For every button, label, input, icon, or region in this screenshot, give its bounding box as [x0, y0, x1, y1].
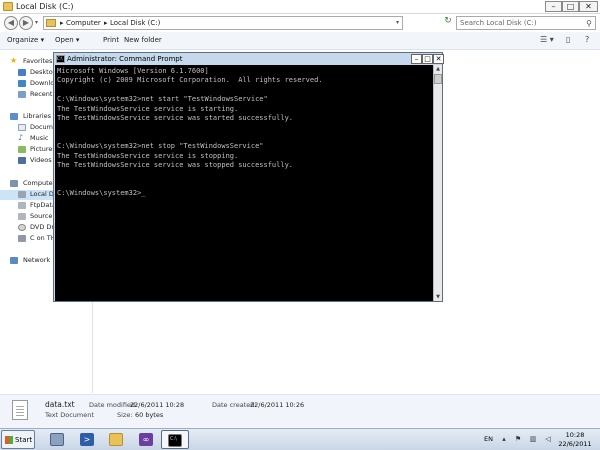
recent-pages-dropdown[interactable]: ▾	[35, 19, 38, 26]
scroll-down-icon[interactable]: ▼	[434, 293, 442, 301]
cmd-icon: C:\	[56, 55, 65, 63]
size-value: 60 bytes	[135, 411, 164, 419]
star-icon: ★	[10, 56, 18, 65]
downloads-icon	[18, 80, 26, 87]
address-row: ◀ ▶ ▾ ▸ Computer ▸ Local Disk (C:) ▾ ↻ S…	[0, 14, 600, 32]
close-button[interactable]: ✕	[579, 1, 598, 12]
clock-time[interactable]: 10:28	[558, 431, 592, 439]
address-bar[interactable]: ▸ Computer ▸ Local Disk (C:) ▾	[43, 16, 403, 30]
windows-logo-icon	[5, 436, 13, 444]
taskbar: Start > ∞ C:\ EN ▴ ⚑ ▥ ◁ 10:28 22/6/2011	[0, 428, 600, 450]
date-modified-value: 22/6/2011 10:28	[130, 401, 185, 409]
drive-icon	[18, 202, 26, 209]
computer-icon	[10, 180, 18, 187]
window-title: Local Disk (C:)	[16, 2, 74, 11]
explorer-titlebar[interactable]: Local Disk (C:) – □ ✕	[0, 0, 600, 14]
breadcrumb-computer[interactable]: Computer	[66, 19, 101, 27]
chevron-right-icon[interactable]: ▸	[60, 19, 64, 27]
chevron-down-icon[interactable]: ▾	[396, 19, 399, 26]
vertical-scrollbar[interactable]: ▲ ▼	[433, 65, 442, 301]
volume-icon[interactable]: ◁	[544, 436, 552, 443]
refresh-icon[interactable]: ↻	[442, 16, 454, 30]
taskbar-command-prompt[interactable]: C:\	[161, 430, 189, 449]
network-icon	[10, 257, 18, 264]
libraries-icon	[10, 113, 18, 120]
organize-button[interactable]: Organize ▾	[7, 36, 44, 44]
action-center-flag-icon[interactable]: ⚑	[514, 436, 522, 443]
videos-icon	[18, 157, 26, 164]
file-name: data.txt	[45, 400, 75, 409]
search-input[interactable]: Search Local Disk (C:) ⚲	[456, 16, 596, 30]
command-bar: Organize ▾ Open ▾ Print New folder ☰ ▾ ▯…	[0, 32, 600, 50]
network-drive-icon	[18, 235, 26, 242]
open-button[interactable]: Open ▾	[55, 36, 79, 44]
scroll-thumb[interactable]	[434, 74, 442, 84]
breadcrumb-local-disk[interactable]: Local Disk (C:)	[110, 19, 160, 27]
music-icon: ♪	[18, 133, 24, 142]
powershell-icon: >	[80, 433, 94, 446]
search-icon: ⚲	[586, 19, 592, 28]
file-type: Text Document	[45, 411, 94, 419]
cmd-titlebar[interactable]: C:\ Administrator: Command Prompt	[54, 53, 442, 65]
visual-studio-icon: ∞	[139, 433, 153, 446]
date-created-value: 22/6/2011 10:26	[250, 401, 305, 409]
console-text: Microsoft Windows [Version 6.1.7600] Cop…	[57, 67, 323, 198]
folder-icon	[46, 19, 56, 27]
preview-pane-icon[interactable]: ▯	[566, 35, 570, 44]
minimize-button[interactable]: –	[545, 1, 562, 12]
scroll-up-icon[interactable]: ▲	[434, 65, 442, 73]
forward-button[interactable]: ▶	[19, 16, 33, 30]
console-output[interactable]: Microsoft Windows [Version 6.1.7600] Cop…	[55, 65, 433, 301]
print-button[interactable]: Print	[103, 36, 119, 44]
back-button[interactable]: ◀	[4, 16, 18, 30]
text-file-icon	[12, 400, 28, 420]
views-icon[interactable]: ☰ ▾	[540, 35, 554, 44]
taskbar-server-manager[interactable]	[44, 430, 70, 449]
network-status-icon[interactable]: ▥	[529, 436, 537, 443]
recent-places-icon	[18, 91, 26, 98]
cmd-icon: C:\	[168, 434, 182, 447]
search-placeholder: Search Local Disk (C:)	[460, 19, 537, 27]
clock-date[interactable]: 22/6/2011	[558, 440, 592, 448]
command-prompt-window: C:\ Administrator: Command Prompt – □ ✕ …	[53, 52, 444, 302]
language-indicator[interactable]: EN	[484, 435, 493, 443]
desktop-icon	[18, 69, 26, 76]
details-pane: data.txt Text Document Date modified: 22…	[0, 394, 600, 428]
drive-icon	[18, 191, 26, 198]
pictures-icon	[18, 146, 26, 153]
taskbar-explorer[interactable]	[103, 430, 129, 449]
server-manager-icon	[50, 433, 64, 446]
documents-icon	[18, 124, 26, 131]
start-button[interactable]: Start	[1, 430, 35, 449]
taskbar-visual-studio[interactable]: ∞	[133, 430, 159, 449]
taskbar-powershell[interactable]: >	[74, 430, 100, 449]
cmd-close-button[interactable]: ✕	[433, 54, 444, 64]
cmd-maximize-button[interactable]: □	[422, 54, 433, 64]
new-folder-button[interactable]: New folder	[124, 36, 162, 44]
dvd-icon	[18, 224, 26, 231]
size-label: Size:	[117, 411, 133, 419]
help-icon[interactable]: ?	[585, 35, 589, 44]
maximize-button[interactable]: □	[562, 1, 579, 12]
drive-icon	[18, 213, 26, 220]
cmd-minimize-button[interactable]: –	[411, 54, 422, 64]
show-hidden-icons-icon[interactable]: ▴	[500, 436, 508, 443]
folder-icon	[3, 2, 13, 11]
chevron-right-icon[interactable]: ▸	[104, 19, 108, 27]
folder-icon	[109, 433, 123, 446]
cmd-title: Administrator: Command Prompt	[67, 55, 183, 63]
